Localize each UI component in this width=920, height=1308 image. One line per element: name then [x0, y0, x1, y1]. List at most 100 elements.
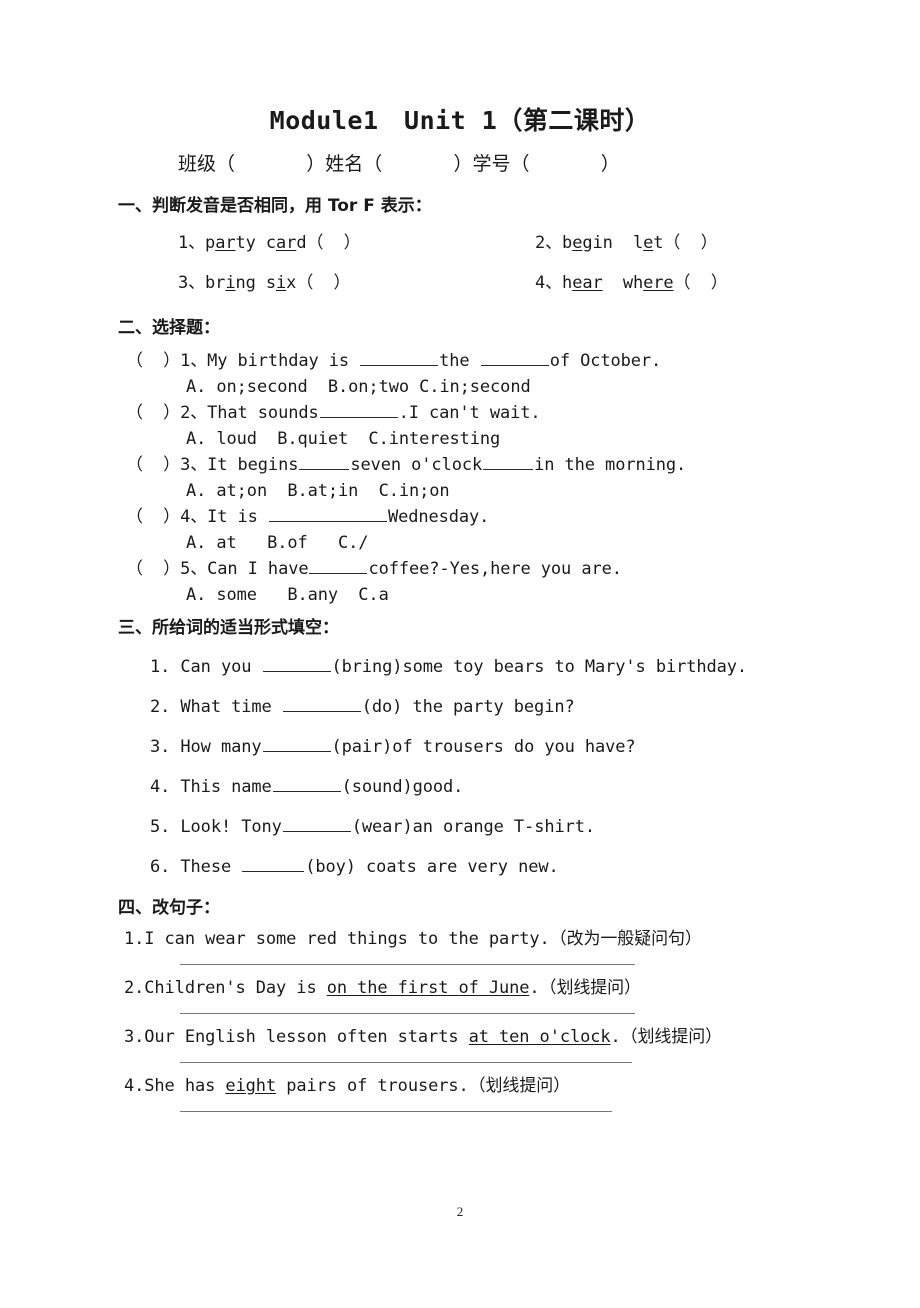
- worksheet-page: Module1 Unit 1（第二课时） 班级（ ）姓名（ ）学号（ ） 一、判…: [0, 0, 920, 1308]
- word-part: ty: [235, 233, 256, 253]
- fill-blank[interactable]: [480, 351, 549, 366]
- fill-blank[interactable]: [268, 507, 387, 522]
- section-3-items: 1. Can you (bring)some toy bears to Mary…: [0, 640, 920, 880]
- item-number: 4.: [150, 777, 171, 797]
- stem-text: (pair)of trousers do you have?: [331, 737, 636, 757]
- answer-bracket[interactable]: （ ）: [126, 559, 180, 579]
- item-number: 4、: [535, 273, 563, 293]
- word-part: gin: [582, 233, 613, 253]
- item-number: 2、: [180, 403, 208, 423]
- underlined-part: ere: [643, 273, 674, 293]
- word-part: br: [205, 273, 226, 293]
- choice-question-5: （ ）5、Can I have coffee?-Yes,here you are.: [0, 556, 920, 582]
- answer-bracket[interactable]: （ ）: [126, 455, 180, 475]
- word-part: t: [653, 233, 664, 253]
- answer-bracket[interactable]: （ ）: [126, 507, 180, 527]
- underlined-part: i: [225, 273, 236, 293]
- stem-text: .I can't wait.: [398, 403, 541, 423]
- pron-item-1: 1、party card（ ）: [178, 230, 361, 256]
- stem-text: Children's Day is: [144, 978, 327, 998]
- stem-text: (wear)an orange T-shirt.: [351, 817, 596, 837]
- stem-text: in the morning.: [534, 455, 687, 475]
- word-part: s: [255, 273, 277, 293]
- word-part: d: [296, 233, 307, 253]
- section-2-heading: 二、选择题：: [118, 318, 220, 338]
- word-part: h: [562, 273, 573, 293]
- fill-blank[interactable]: [360, 351, 439, 366]
- choice-options-5[interactable]: A. some B.any C.a: [0, 582, 920, 608]
- item-number: 4.: [124, 1076, 145, 1096]
- stem-text: Wednesday.: [387, 507, 490, 527]
- section-1-heading: 一、判断发音是否相同，用 Tor F 表示：: [118, 196, 432, 216]
- answer-line[interactable]: [180, 1062, 632, 1063]
- answer-bracket[interactable]: （ ）: [126, 403, 180, 423]
- underlined-part: ear: [572, 273, 603, 293]
- stem-text: She has: [144, 1076, 226, 1096]
- rewrite-item-1: 1.I can wear some red things to the part…: [0, 926, 920, 952]
- stem-text: This name: [170, 777, 272, 797]
- fill-blank[interactable]: [262, 657, 331, 672]
- fill-blank[interactable]: [309, 559, 368, 574]
- answer-paren[interactable]: （ ）: [663, 233, 717, 253]
- fill-item-6: 6. These (boy) coats are very new.: [0, 840, 920, 880]
- section-3-heading: 三、所给词的适当形式填空：: [118, 618, 339, 638]
- answer-paren[interactable]: （ ）: [296, 273, 350, 293]
- underlined-part: on the first of June: [326, 978, 530, 998]
- stem-text: Can you: [170, 657, 262, 677]
- underlined-part: e: [643, 233, 654, 253]
- section-2-questions: （ ）1、My birthday is the of October. A. o…: [0, 340, 920, 608]
- answer-line[interactable]: [180, 964, 635, 965]
- choice-options-4[interactable]: A. at B.of C./: [0, 530, 920, 556]
- choice-options-2[interactable]: A. loud B.quiet C.interesting: [0, 426, 920, 452]
- stem-text: Our English lesson often starts: [144, 1027, 469, 1047]
- fill-blank[interactable]: [282, 817, 351, 832]
- page-number: 2: [456, 1204, 464, 1219]
- item-number: 6.: [150, 857, 171, 877]
- underlined-part: ar: [215, 233, 236, 253]
- fill-blank[interactable]: [319, 403, 398, 418]
- underlined-part: e: [572, 233, 583, 253]
- instruction-text: （改为一般疑问句）: [549, 929, 702, 949]
- instruction-text: pairs of trousers.（划线提问）: [276, 1076, 571, 1096]
- word-part: wh: [602, 273, 644, 293]
- page-title: Module1 Unit 1（第二课时）: [269, 106, 651, 135]
- choice-question-2: （ ）2、That sounds .I can't wait.: [0, 400, 920, 426]
- underlined-part: at ten o'clock: [468, 1027, 611, 1047]
- item-number: 2、: [535, 233, 563, 253]
- pron-item-4: 4、hear where（ ）: [535, 270, 728, 296]
- word-part: ng: [235, 273, 256, 293]
- stem-text: Can I have: [207, 559, 309, 579]
- fill-blank[interactable]: [299, 455, 350, 470]
- section-4-items: 1.I can wear some red things to the part…: [0, 926, 920, 1112]
- stem-text: What time: [170, 697, 282, 717]
- stem-text: (bring)some toy bears to Mary's birthday…: [331, 657, 748, 677]
- choice-options-3[interactable]: A. at;on B.at;in C.in;on: [0, 478, 920, 504]
- rewrite-item-3: 3.Our English lesson often starts at ten…: [0, 1024, 920, 1050]
- fill-item-3: 3. How many (pair)of trousers do you have…: [0, 720, 920, 760]
- fill-blank[interactable]: [282, 697, 361, 712]
- choice-question-1: （ ）1、My birthday is the of October.: [0, 348, 920, 374]
- rewrite-item-2: 2.Children's Day is on the first of June…: [0, 975, 920, 1001]
- item-number: 1.: [124, 929, 145, 949]
- item-number: 3.: [150, 737, 171, 757]
- answer-bracket[interactable]: （ ）: [126, 351, 180, 371]
- answer-line[interactable]: [180, 1013, 635, 1014]
- item-number: 5、: [180, 559, 208, 579]
- underlined-part: i: [276, 273, 287, 293]
- answer-paren[interactable]: （ ）: [306, 233, 360, 253]
- fill-blank[interactable]: [242, 857, 305, 872]
- fill-blank[interactable]: [483, 455, 534, 470]
- item-number: 4、: [180, 507, 208, 527]
- answer-line[interactable]: [180, 1111, 612, 1112]
- section-4-heading: 四、改句子：: [118, 898, 220, 918]
- choice-question-3: （ ）3、It begins seven o'clock in the mornin…: [0, 452, 920, 478]
- fill-blank[interactable]: [262, 737, 331, 752]
- stem-text: of October.: [549, 351, 662, 371]
- word-part: x: [286, 273, 297, 293]
- choice-options-1[interactable]: A. on;second B.on;two C.in;second: [0, 374, 920, 400]
- answer-paren[interactable]: （ ）: [674, 273, 728, 293]
- fill-item-5: 5. Look! Tony (wear)an orange T-shirt.: [0, 800, 920, 840]
- section-1-row: 1、party card（ ） 2、begin let（ ）: [0, 230, 920, 270]
- stem-text: (boy) coats are very new.: [305, 857, 559, 877]
- fill-blank[interactable]: [272, 777, 341, 792]
